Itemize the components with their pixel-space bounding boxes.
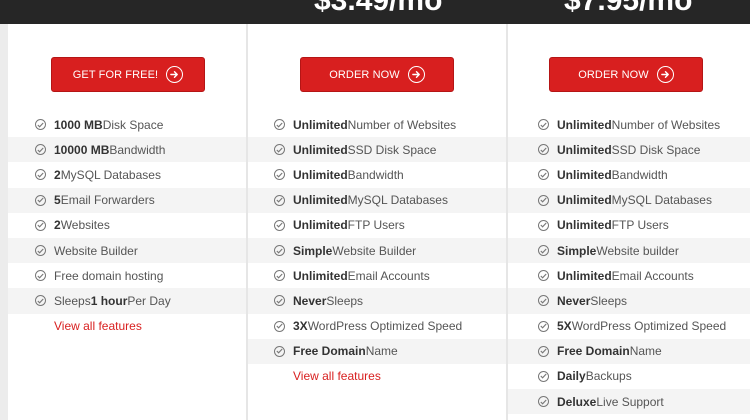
feature-row: Unlimited SSD Disk Space [248, 137, 506, 163]
arrow-right-circle-icon [407, 66, 425, 83]
check-circle-icon [35, 119, 46, 131]
plan-price-2: $3.49/mo [314, 0, 443, 17]
plan-price-3: $7.95/mo [564, 0, 693, 17]
check-circle-icon [35, 245, 46, 257]
feature-row: Unlimited Number of Websites [508, 112, 750, 138]
check-circle-icon [274, 144, 285, 156]
feature-row: 2 MySQL Databases [8, 162, 246, 188]
feature-row: Unlimited Email Accounts [248, 263, 506, 289]
check-circle-icon [35, 144, 46, 156]
arrow-right-circle-icon [656, 66, 674, 83]
feature-row: Never Sleeps [248, 288, 506, 314]
check-circle-icon [538, 370, 549, 382]
pricing-header-bar: $3.49/mo $7.95/mo [0, 0, 750, 24]
feature-row: Free domain hosting [8, 263, 246, 289]
feature-row: Deluxe Live Support [508, 389, 750, 415]
feature-row: Unlimited FTP Users [508, 212, 750, 238]
check-circle-icon [538, 320, 549, 332]
feature-row: Unlimited SSD Disk Space [508, 137, 750, 163]
feature-row: 3X WordPress Optimized Speed [248, 313, 506, 339]
feature-row: 2 Websites [8, 212, 246, 238]
check-circle-icon [274, 245, 285, 257]
check-circle-icon [35, 194, 46, 206]
feature-row: Free Domain Name [248, 338, 506, 364]
feature-row: Unlimited Number of Websites [248, 112, 506, 138]
cta-label: ORDER NOW [578, 68, 649, 81]
feature-list: 1000 MB Disk Space 10000 MB Bandwidth 2 … [8, 112, 246, 339]
feature-row: 5 Email Forwarders [8, 187, 246, 213]
plan-column-free: GET FOR FREE! 1000 MB Disk Space 10000 M… [8, 24, 246, 420]
check-circle-icon [538, 270, 549, 282]
check-circle-icon [538, 219, 549, 231]
check-circle-icon [35, 295, 46, 307]
feature-row: Unlimited FTP Users [248, 212, 506, 238]
feature-list: Unlimited Number of Websites Unlimited S… [508, 112, 750, 415]
order-now-button[interactable]: ORDER NOW [549, 57, 703, 92]
check-circle-icon [274, 169, 285, 181]
feature-row: Free Domain Name [508, 338, 750, 364]
cta-label: ORDER NOW [329, 68, 400, 81]
check-circle-icon [538, 245, 549, 257]
check-circle-icon [35, 270, 46, 282]
check-circle-icon [274, 119, 285, 131]
check-circle-icon [538, 345, 549, 357]
check-circle-icon [538, 169, 549, 181]
cta-label: GET FOR FREE! [72, 68, 159, 81]
feature-row: Simple Website builder [508, 237, 750, 264]
check-circle-icon [274, 194, 285, 206]
feature-row: 10000 MB Bandwidth [8, 137, 246, 163]
check-circle-icon [538, 119, 549, 131]
view-all-features-link[interactable]: View all features [54, 319, 142, 333]
view-all-features-link[interactable]: View all features [293, 369, 381, 383]
feature-row: 1000 MB Disk Space [8, 112, 246, 138]
feature-row: Simple Website Builder [248, 237, 506, 264]
feature-row: Unlimited Email Accounts [508, 263, 750, 289]
check-circle-icon [538, 396, 549, 408]
feature-row: Sleeps 1 hour Per Day [8, 288, 246, 314]
feature-list: Unlimited Number of Websites Unlimited S… [248, 112, 506, 390]
check-circle-icon [274, 295, 285, 307]
check-circle-icon [274, 219, 285, 231]
plan-column-3: ORDER NOW Unlimited Number of Websites U… [508, 24, 750, 420]
check-circle-icon [35, 219, 46, 231]
feature-row: 5X WordPress Optimized Speed [508, 313, 750, 339]
feature-row: Unlimited Bandwidth [248, 162, 506, 188]
view-all-row: View all features [8, 313, 246, 339]
feature-row: Website Builder [8, 237, 246, 264]
check-circle-icon [274, 345, 285, 357]
feature-row: Daily Backups [508, 363, 750, 390]
check-circle-icon [274, 320, 285, 332]
arrow-right-circle-icon [166, 66, 184, 83]
check-circle-icon [538, 144, 549, 156]
feature-row: Unlimited Bandwidth [508, 162, 750, 188]
feature-row: Unlimited MySQL Databases [248, 187, 506, 213]
left-gutter [0, 24, 8, 420]
check-circle-icon [274, 270, 285, 282]
check-circle-icon [538, 295, 549, 307]
feature-row: Never Sleeps [508, 288, 750, 314]
check-circle-icon [538, 194, 549, 206]
plan-column-2: ORDER NOW Unlimited Number of Websites U… [248, 24, 506, 420]
feature-row: Unlimited MySQL Databases [508, 187, 750, 213]
get-for-free-button[interactable]: GET FOR FREE! [51, 57, 205, 92]
check-circle-icon [35, 169, 46, 181]
view-all-row: View all features [248, 363, 506, 390]
order-now-button[interactable]: ORDER NOW [300, 57, 454, 92]
